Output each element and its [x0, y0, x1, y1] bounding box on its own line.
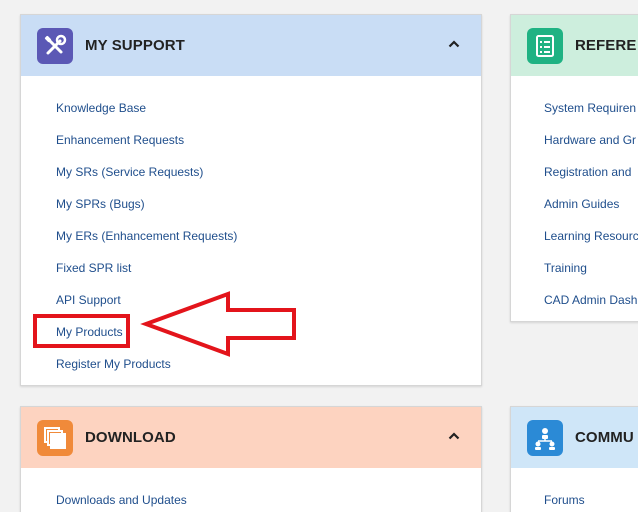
- link-fixed-spr-list[interactable]: Fixed SPR list: [56, 261, 131, 275]
- download-title: DOWNLOAD: [85, 429, 176, 446]
- chevron-up-icon[interactable]: [447, 429, 461, 443]
- link-knowledge-base[interactable]: Knowledge Base: [56, 101, 146, 115]
- link-my-srs[interactable]: My SRs (Service Requests): [56, 165, 203, 179]
- community-header[interactable]: COMMU: [511, 407, 638, 468]
- reference-card: REFERE System Requiren Hardware and Gr R…: [510, 14, 638, 322]
- download-header[interactable]: DOWNLOAD: [21, 407, 481, 468]
- link-api-support[interactable]: API Support: [56, 293, 121, 307]
- community-title: COMMU: [575, 429, 634, 446]
- link-training[interactable]: Training: [544, 261, 587, 275]
- stacked-windows-icon: [37, 419, 73, 456]
- annotation-arrow: [140, 291, 296, 357]
- link-learning-resources[interactable]: Learning Resourc: [544, 229, 638, 243]
- link-forums[interactable]: Forums: [544, 493, 585, 507]
- link-enhancement-requests[interactable]: Enhancement Requests: [56, 133, 184, 147]
- checklist-icon: [527, 27, 563, 64]
- community-card: COMMU Forums: [510, 406, 638, 512]
- reference-title: REFERE: [575, 37, 637, 54]
- chevron-up-icon[interactable]: [447, 37, 461, 51]
- my-support-header[interactable]: MY SUPPORT: [21, 15, 481, 76]
- link-admin-guides[interactable]: Admin Guides: [544, 197, 619, 211]
- download-card: DOWNLOAD Downloads and Updates: [20, 406, 482, 512]
- link-my-sprs[interactable]: My SPRs (Bugs): [56, 197, 145, 211]
- link-cad-admin-dashboard[interactable]: CAD Admin Dash: [544, 293, 637, 307]
- tools-icon: [37, 27, 73, 64]
- people-network-icon: [527, 419, 563, 456]
- link-my-ers[interactable]: My ERs (Enhancement Requests): [56, 229, 237, 243]
- link-downloads-and-updates[interactable]: Downloads and Updates: [56, 493, 187, 507]
- link-system-requirements[interactable]: System Requiren: [544, 101, 636, 115]
- reference-header[interactable]: REFERE: [511, 15, 638, 76]
- link-registration-and[interactable]: Registration and: [544, 165, 631, 179]
- link-hardware-and-graphics[interactable]: Hardware and Gr: [544, 133, 636, 147]
- my-support-title: MY SUPPORT: [85, 37, 185, 54]
- top-strip: [0, 0, 638, 12]
- highlight-box: [33, 314, 130, 348]
